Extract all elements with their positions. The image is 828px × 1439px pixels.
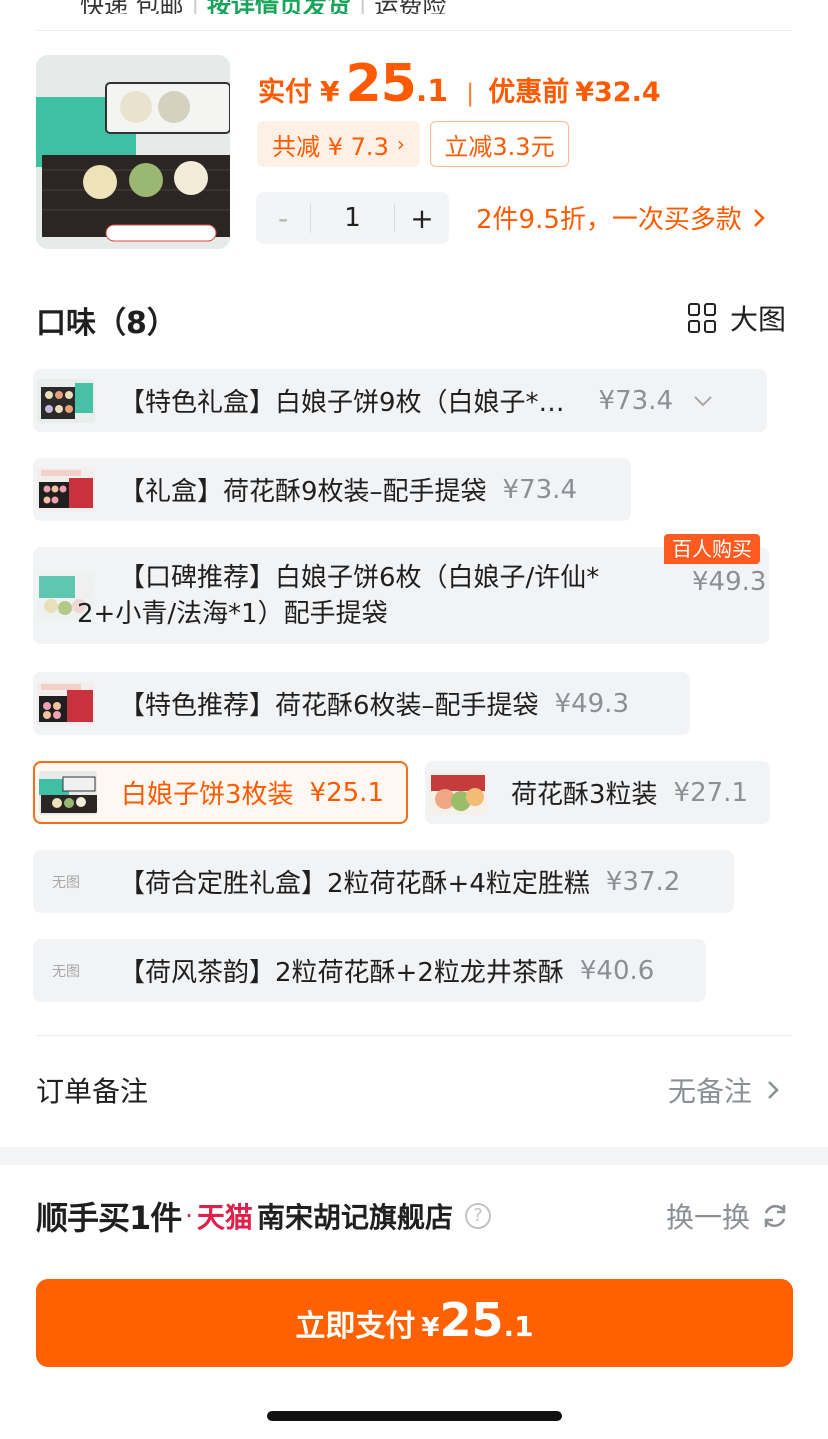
order-note-label: 订单备注 [36, 1075, 149, 1108]
flavor-option[interactable]: 【特色推荐】荷花酥6枚装–配手提袋 ¥49.3 [33, 672, 690, 735]
option-name: 荷花酥3粒装 [511, 780, 658, 810]
swap-label: 换一换 [666, 1201, 751, 1234]
option-price: ¥49.3 [692, 567, 767, 597]
buy-with-header: 顺手买1件 · 天猫 南宋胡记旗舰店 ? [36, 1195, 491, 1237]
option-thumbnail [37, 467, 95, 512]
plus-button[interactable]: + [395, 202, 449, 235]
flavor-option[interactable]: 无图 【荷风茶韵】2粒荷花酥+2粒龙井茶酥 ¥40.6 [33, 939, 706, 1002]
chevron-down-icon[interactable] [693, 395, 713, 407]
no-image-placeholder: 无图 [52, 963, 80, 980]
instant-discount-badge: 立减3.3元 [430, 121, 569, 167]
multi-buy-link[interactable]: 2件9.5折，一次买多款 [476, 199, 766, 236]
product-image[interactable] [36, 55, 230, 249]
swap-button[interactable]: 换一换 [666, 1196, 790, 1236]
option-name-line2: 2+小青/法海*1）配手提袋 [77, 598, 388, 629]
option-name-line1: 【口碑推荐】白娘子饼6枚（白娘子/许仙* [119, 562, 600, 593]
option-name: 【荷合定胜礼盒】2粒荷花酥+4粒定胜糕 [119, 869, 590, 899]
option-price: ¥49.3 [554, 688, 629, 719]
section-divider [0, 1147, 828, 1165]
flavor-option[interactable]: 【口碑推荐】白娘子饼6枚（白娘子/许仙* 2+小青/法海*1）配手提袋 ¥49.… [33, 547, 769, 644]
multi-buy-text: 2件9.5折，一次买多款 [476, 205, 742, 235]
divider [36, 1035, 792, 1036]
option-name: 【特色推荐】荷花酥6枚装–配手提袋 [119, 691, 539, 721]
pay-button-price-int: 25 [439, 1293, 504, 1347]
option-price: ¥27.1 [673, 777, 748, 808]
option-thumbnail [37, 378, 95, 423]
refresh-icon [764, 1204, 786, 1228]
currency-symbol: ¥ [320, 75, 340, 108]
option-price: ¥25.1 [309, 777, 384, 808]
insurance-text: 运费险 [374, 0, 447, 14]
price-separator: | [466, 79, 475, 107]
divider [36, 30, 792, 31]
discount-total-text: 共减 ¥ 7.3 [272, 132, 389, 161]
big-image-label: 大图 [730, 303, 787, 336]
pay-button-label: 立即支付 [295, 1309, 416, 1344]
help-icon[interactable]: ? [464, 1203, 491, 1229]
quantity-stepper: - 1 + [256, 192, 449, 244]
discount-total-badge[interactable]: 共减 ¥ 7.3 › [257, 121, 420, 167]
home-indicator [267, 1411, 562, 1421]
option-name: 【礼盒】荷花酥9枚装–配手提袋 [119, 477, 487, 507]
before-discount-price: ¥32.4 [575, 77, 661, 108]
quantity-value[interactable]: 1 [310, 203, 395, 233]
option-thumbnail [37, 681, 95, 726]
flavor-section-title: 口味（8） [36, 306, 177, 341]
big-image-toggle[interactable]: 大图 [688, 298, 786, 338]
top-strip: 快递 包邮 | 按详情页发货 | 运费险 [0, 0, 828, 14]
order-note-link[interactable]: 无备注 [668, 1070, 780, 1110]
before-discount-label: 优惠前 [488, 77, 570, 108]
chevron-right-icon: › [396, 132, 405, 156]
pay-button-price-dec: .1 [503, 1310, 534, 1343]
pay-button-currency: ¥ [421, 1313, 440, 1343]
popular-badge: 百人购买 [664, 534, 760, 564]
option-price: ¥73.4 [502, 474, 577, 505]
chevron-right-icon [768, 1081, 779, 1099]
order-note-value: 无备注 [668, 1075, 753, 1108]
option-price: ¥73.4 [598, 385, 673, 416]
tmall-label: 天猫 [196, 1201, 253, 1234]
store-name[interactable]: 南宋胡记旗舰店 [257, 1196, 453, 1236]
grid-icon [688, 303, 718, 333]
no-image-placeholder: 无图 [52, 874, 80, 891]
option-thumbnail [429, 770, 487, 815]
option-price: ¥40.6 [579, 955, 655, 986]
pay-now-button[interactable]: 立即支付 ¥ 25 .1 [36, 1279, 793, 1367]
separator-dot: · [185, 1202, 193, 1230]
minus-button[interactable]: - [256, 202, 310, 235]
flavor-option[interactable]: 荷花酥3粒装 ¥27.1 [425, 761, 770, 824]
option-name: 【特色礼盒】白娘子饼9枚（白娘子*… [119, 388, 565, 418]
option-price: ¥37.2 [605, 866, 681, 897]
buy-with-brand: 顺手买1件 [36, 1199, 182, 1237]
price-summary: 实付 ¥ 25 .1 | 优惠前 ¥32.4 [258, 54, 661, 114]
option-name: 白娘子饼3枚装 [121, 780, 294, 810]
pay-price-dec: .1 [415, 74, 449, 109]
shipping-highlight: 按详情页发货 [207, 0, 351, 14]
flavor-option[interactable]: 【特色礼盒】白娘子饼9枚（白娘子*… ¥73.4 [33, 369, 767, 432]
shipping-text: 快递 包邮 [80, 0, 184, 14]
pay-label: 实付 [258, 77, 312, 108]
option-name: 【荷风茶韵】2粒荷花酥+2粒龙井茶酥 [119, 958, 564, 988]
flavor-option-selected[interactable]: 白娘子饼3枚装 ¥25.1 [33, 761, 408, 824]
pay-price-int: 25 [345, 54, 416, 114]
option-thumbnail [39, 770, 97, 815]
chevron-right-icon [754, 208, 765, 227]
flavor-option[interactable]: 无图 【荷合定胜礼盒】2粒荷花酥+4粒定胜糕 ¥37.2 [33, 850, 734, 913]
flavor-option[interactable]: 【礼盒】荷花酥9枚装–配手提袋 ¥73.4 [33, 458, 631, 521]
